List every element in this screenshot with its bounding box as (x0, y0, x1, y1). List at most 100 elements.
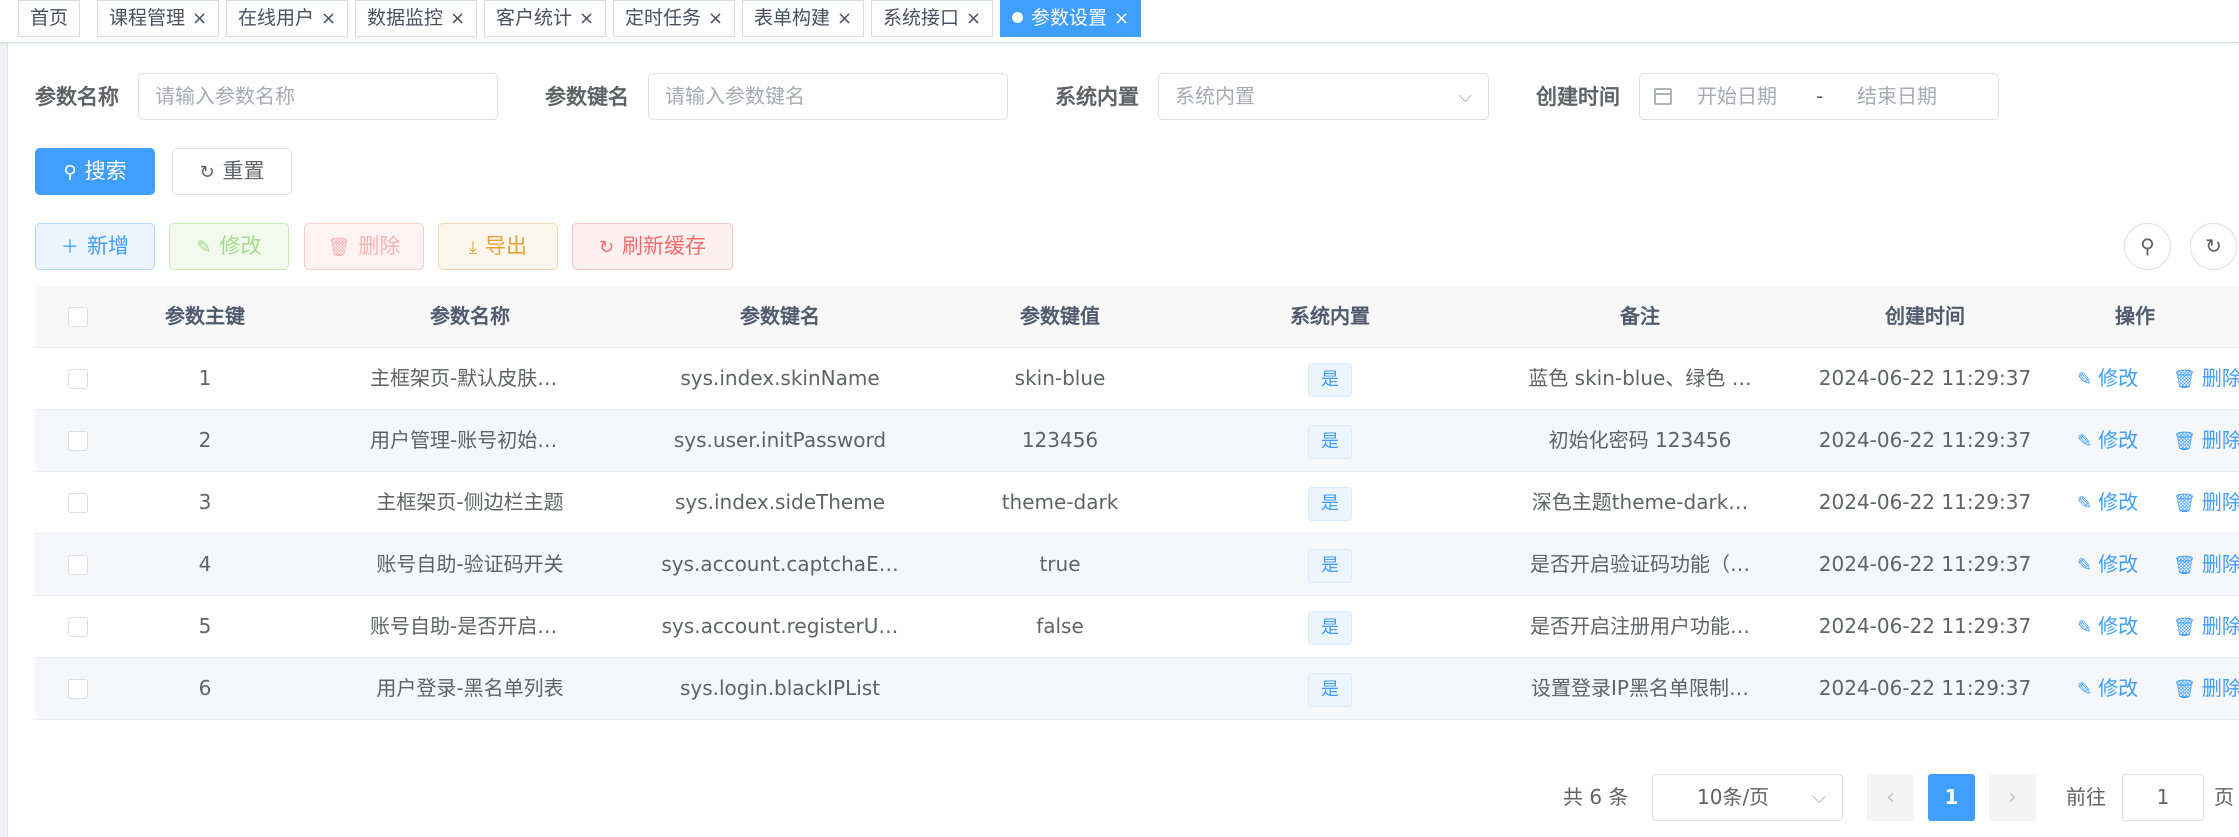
cell-create-time: 2024-06-22 11:29:37 (1818, 490, 2032, 514)
chevron-down-icon: ⌵ (1458, 86, 1472, 107)
edit-button[interactable]: ✎ 修改 (169, 223, 289, 270)
cell-config-key: sys.login.blackIPList (679, 676, 881, 700)
page-size-select[interactable]: 10条/页 ⌵ (1652, 774, 1843, 821)
table-row: 6 用户登录-黑名单列表 sys.login.blackIPList 设置登录IP黑名… (35, 658, 2239, 720)
cell-config-value: false (1036, 614, 1084, 638)
row-delete-link[interactable]: 🗑 删除 (2173, 534, 2239, 595)
row-edit-link[interactable]: ✎ 修改 (2077, 534, 2138, 595)
header-create-time: 创建时间 (1885, 304, 1965, 328)
system-builtin-tag: 是 (1308, 672, 1352, 707)
end-date-placeholder: 结束日期 (1857, 84, 1937, 108)
goto-page-input[interactable]: 1 (2122, 774, 2204, 821)
row-delete-link[interactable]: 🗑 删除 (2173, 348, 2239, 409)
close-icon[interactable]: × (450, 1, 465, 36)
edit-icon: ✎ (2077, 431, 2093, 452)
select-all-checkbox[interactable] (68, 307, 88, 327)
row-checkbox[interactable] (68, 617, 88, 637)
refresh-table-button[interactable]: ↻ (2190, 223, 2237, 270)
tag-data-monitor[interactable]: 数据监控 × (355, 0, 478, 37)
refresh-cache-button[interactable]: ↻ 刷新缓存 (572, 223, 733, 270)
close-icon[interactable]: × (579, 1, 594, 36)
system-builtin-tag: 是 (1308, 610, 1352, 645)
row-checkbox[interactable] (68, 369, 88, 389)
toggle-search-button[interactable]: ⚲ (2124, 223, 2171, 270)
close-icon[interactable]: × (966, 1, 981, 36)
close-icon[interactable]: × (192, 1, 207, 36)
row-edit-link[interactable]: ✎ 修改 (2077, 596, 2138, 657)
start-date-placeholder: 开始日期 (1697, 84, 1777, 108)
row-delete-label: 删除 (2201, 552, 2239, 576)
row-delete-link[interactable]: 🗑 删除 (2173, 472, 2239, 533)
trash-icon: 🗑 (2173, 679, 2196, 700)
tag-label: 参数设置 (1031, 7, 1108, 29)
cell-config-type: 是 (1230, 658, 1430, 719)
search-button[interactable]: ⚲ 搜索 (35, 148, 155, 195)
cell-config-id: 4 (198, 552, 212, 576)
row-delete-link[interactable]: 🗑 删除 (2173, 410, 2239, 471)
page-number-button[interactable]: 1 (1928, 774, 1975, 821)
edit-button-label: 修改 (219, 234, 262, 258)
trash-icon: 🗑 (327, 237, 351, 258)
row-edit-link[interactable]: ✎ 修改 (2077, 658, 2138, 719)
config-key-input[interactable]: 请输入参数键名 (648, 73, 1008, 120)
system-builtin-tag: 是 (1308, 362, 1352, 397)
cell-create-time: 2024-06-22 11:29:37 (1818, 614, 2032, 638)
tag-home[interactable]: 首页 (18, 0, 81, 37)
row-checkbox[interactable] (68, 493, 88, 513)
cell-config-id: 2 (198, 428, 212, 452)
header-actions: 操作 (2115, 304, 2155, 328)
close-icon[interactable]: × (1114, 1, 1129, 36)
chevron-left-icon: ‹ (1886, 785, 1895, 810)
row-edit-link[interactable]: ✎ 修改 (2077, 472, 2138, 533)
tag-customer-stats[interactable]: 客户统计 × (484, 0, 607, 37)
close-icon[interactable]: × (837, 1, 852, 36)
cell-remark: 深色主题theme-dark… (1531, 490, 1749, 514)
cell-config-name: 主框架页-侧边栏主题 (376, 490, 564, 514)
config-type-select[interactable]: 系统内置 ⌵ (1158, 73, 1489, 120)
date-range-picker[interactable]: 开始日期 - 结束日期 (1639, 73, 1999, 120)
cell-config-key: sys.user.initPassword (673, 428, 887, 452)
tag-scheduled-jobs[interactable]: 定时任务 × (613, 0, 736, 37)
system-builtin-tag: 是 (1308, 548, 1352, 583)
cell-config-type: 是 (1230, 472, 1430, 533)
cell-config-key: sys.index.sideTheme (674, 490, 886, 514)
cell-config-name: 账号自助-是否开启用… (370, 614, 570, 638)
cell-config-id: 1 (198, 366, 212, 390)
close-icon[interactable]: × (708, 1, 723, 36)
row-delete-link[interactable]: 🗑 删除 (2173, 658, 2239, 719)
cell-create-time: 2024-06-22 11:29:37 (1818, 428, 2032, 452)
next-page-button[interactable]: › (1989, 774, 2036, 821)
page-number: 1 (1944, 785, 1959, 809)
row-checkbox[interactable] (68, 555, 88, 575)
search-button-label: 搜索 (84, 159, 127, 183)
cell-config-value: theme-dark (1001, 490, 1119, 514)
row-edit-link[interactable]: ✎ 修改 (2077, 410, 2138, 471)
tag-form-builder[interactable]: 表单构建 × (742, 0, 865, 37)
export-button[interactable]: ⤓ 导出 (438, 223, 558, 270)
tag-system-api[interactable]: 系统接口 × (871, 0, 994, 37)
add-button-label: 新增 (87, 234, 129, 258)
tag-online-users[interactable]: 在线用户 × (226, 0, 349, 37)
row-checkbox[interactable] (68, 431, 88, 451)
trash-icon: 🗑 (2173, 369, 2196, 390)
cell-config-type: 是 (1230, 596, 1430, 657)
row-edit-link[interactable]: ✎ 修改 (2077, 348, 2138, 409)
reset-button[interactable]: ↻ 重置 (172, 148, 292, 195)
reset-button-label: 重置 (222, 159, 265, 183)
prev-page-button[interactable]: ‹ (1867, 774, 1914, 821)
table-body: 1 主框架页-默认皮肤样… sys.index.skinName skin-blue 蓝… (35, 348, 2239, 720)
tag-course[interactable]: 课程管理 × (97, 0, 220, 37)
tag-label: 定时任务 (625, 7, 702, 29)
add-button[interactable]: ＋ 新增 (35, 223, 155, 270)
config-name-input[interactable]: 请输入参数名称 (138, 73, 498, 120)
row-delete-link[interactable]: 🗑 删除 (2173, 596, 2239, 657)
delete-button[interactable]: 🗑 删除 (304, 223, 424, 270)
refresh-icon: ↻ (2205, 234, 2222, 258)
goto-label: 前往 (2066, 785, 2106, 809)
cell-config-id: 3 (198, 490, 212, 514)
table-row: 5 账号自助-是否开启用… sys.account.registerU… false 是… (35, 596, 2239, 658)
tag-config-settings[interactable]: 参数设置 × (1000, 0, 1142, 37)
row-checkbox[interactable] (68, 679, 88, 699)
refresh-icon: ↻ (199, 162, 215, 183)
close-icon[interactable]: × (321, 1, 336, 36)
